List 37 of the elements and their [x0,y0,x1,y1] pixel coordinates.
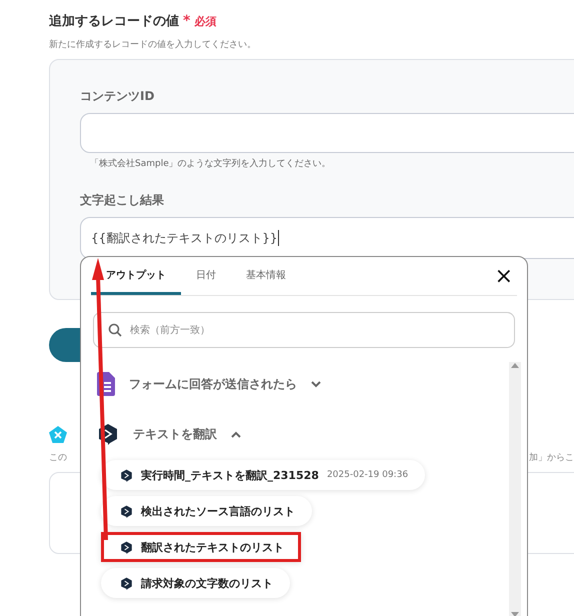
close-button[interactable]: × [490,264,517,288]
popup-tab[interactable]: 基本情報 [231,257,301,295]
popup-tab[interactable]: 日付 [181,257,231,295]
scrollbar[interactable] [509,362,521,616]
item-label: 実行時間_テキストを翻訳_231528 [141,468,319,482]
item-label: 検出されたソース言語のリスト [141,504,295,518]
item-label: 翻訳されたテキストのリスト [141,540,284,554]
section-description: 新たに作成するレコードの値を入力してください。 [49,38,257,51]
search-field[interactable]: 検索（前方一致） [93,312,515,348]
chevron-up-icon [231,430,241,438]
note-text: この [49,452,67,464]
hexagon-icon [120,468,133,482]
group-header[interactable]: テキストを翻訳 [97,422,509,446]
output-item[interactable]: 翻訳されたテキストのリスト [101,532,301,562]
hexagon-icon [120,576,133,590]
input-field[interactable]: {{翻訳されたテキストのリスト}} [80,217,574,259]
hexagon-icon [97,423,119,445]
chevron-down-icon [311,380,321,388]
note-text: 加」からこ [529,452,574,464]
pentagon-icon [49,426,67,443]
field-hint: 「株式会社Sample」のような文字列を入力してください。 [90,158,332,170]
field-label: コンテンツID [80,88,156,105]
item-timestamp: 2025-02-19 09:36 [326,470,408,480]
required-mark: * [183,13,190,29]
hexagon-icon [120,504,133,518]
field-label: 文字起こし結果 [80,192,165,209]
hexagon-icon [120,540,133,554]
scroll-up-icon[interactable] [511,362,519,368]
input-field[interactable] [80,113,574,153]
group-header[interactable]: フォームに回答が送信されたら [97,372,509,396]
item-label: 請求対象の文字数のリスト [141,576,273,590]
group-title: テキストを翻訳 [133,426,217,442]
output-item[interactable]: 請求対象の文字数のリスト [101,568,290,598]
group-title: フォームに回答が送信されたら [129,376,297,392]
search-icon [108,323,122,337]
required-label: 必須 [194,14,216,29]
section-title: 追加するレコードの値 [49,13,179,30]
